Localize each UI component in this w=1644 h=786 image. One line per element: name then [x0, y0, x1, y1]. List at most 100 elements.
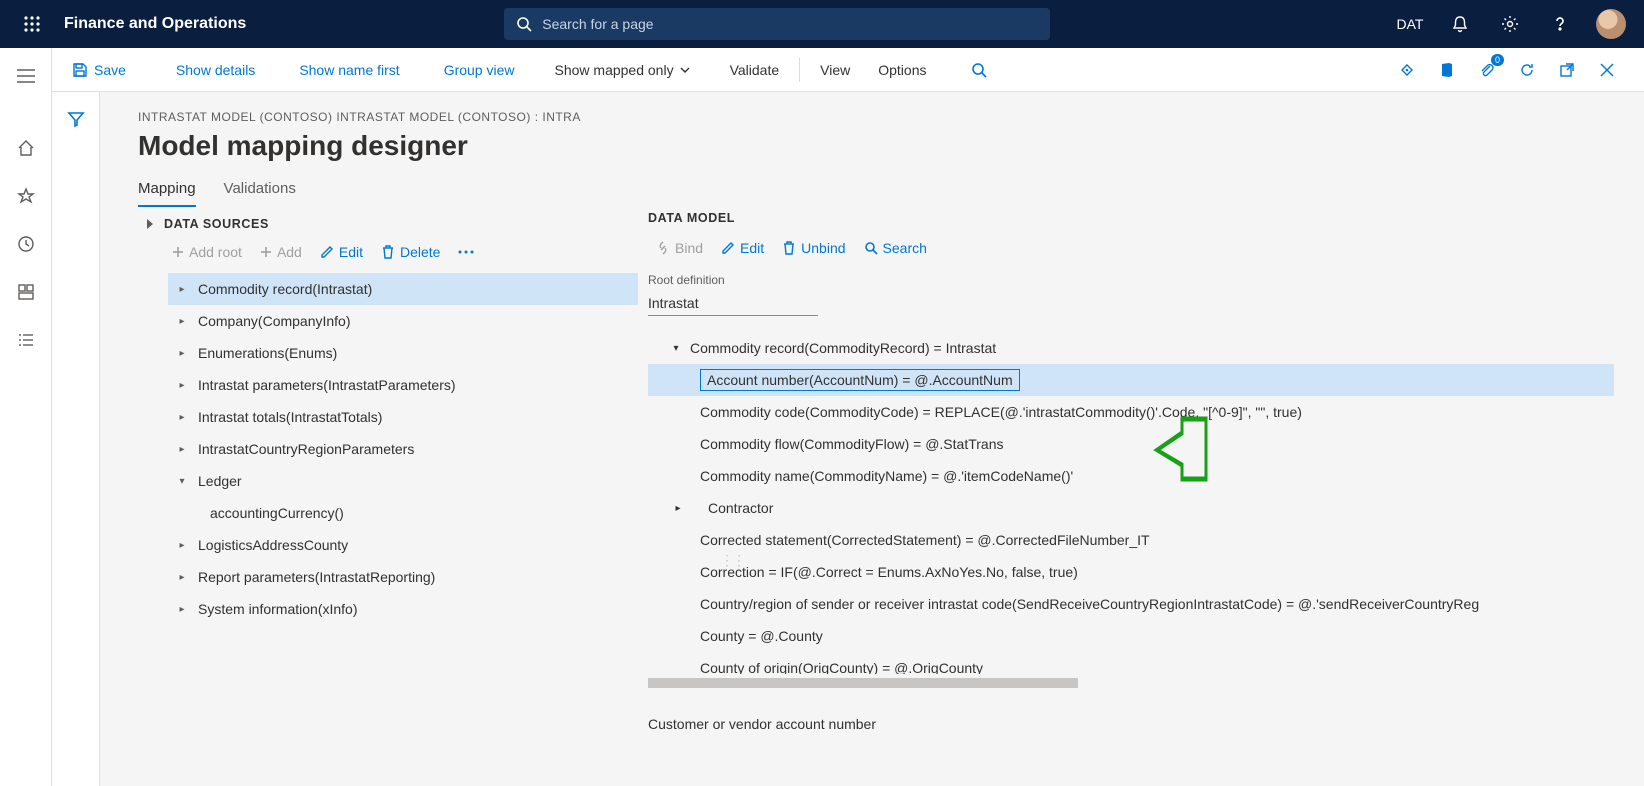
dm-edit-button[interactable]: Edit: [713, 237, 772, 259]
attachments-icon[interactable]: 0: [1468, 48, 1506, 92]
tree-label: System information(xInfo): [198, 601, 358, 617]
recent-icon[interactable]: [0, 224, 52, 264]
caret-down-icon[interactable]: ▾: [670, 343, 682, 354]
app-launcher-icon[interactable]: [8, 0, 56, 48]
show-name-first-button[interactable]: Show name first: [287, 48, 411, 92]
tree-label: Ledger: [198, 473, 242, 489]
dm-item[interactable]: Country/region of sender or receiver int…: [648, 588, 1614, 620]
company-picker[interactable]: DAT: [1386, 0, 1434, 48]
filter-icon[interactable]: [67, 110, 85, 786]
top-nav: Finance and Operations DAT: [0, 0, 1644, 48]
edit-button[interactable]: Edit: [312, 241, 371, 263]
group-view-button[interactable]: Group view: [432, 48, 527, 92]
dm-item-label: Commodity code(CommodityCode) = REPLACE(…: [700, 404, 1302, 420]
search-input[interactable]: [542, 16, 1038, 32]
tabs: Mapping Validations: [138, 180, 1614, 207]
view-menu[interactable]: View: [808, 48, 862, 92]
delete-button[interactable]: Delete: [373, 241, 448, 263]
caret-right-icon[interactable]: ▸: [176, 572, 188, 583]
show-details-button[interactable]: Show details: [164, 48, 267, 92]
caret-right-icon[interactable]: ▸: [176, 348, 188, 359]
root-definition-label: Root definition: [648, 273, 1614, 287]
dm-item[interactable]: Account number(AccountNum) = @.AccountNu…: [648, 364, 1614, 396]
dm-item[interactable]: ▸ Contractor: [648, 492, 1614, 524]
footer-description: Customer or vendor account number: [648, 716, 1614, 732]
popout-icon[interactable]: [1548, 48, 1586, 92]
caret-right-icon[interactable]: ▸: [176, 316, 188, 327]
data-model-tree: ▾ Commodity record(CommodityRecord) = In…: [648, 332, 1614, 674]
tab-validations[interactable]: Validations: [224, 180, 296, 207]
favorites-icon[interactable]: [0, 176, 52, 216]
dm-item[interactable]: County = @.County: [648, 620, 1614, 652]
workspaces-icon[interactable]: [0, 272, 52, 312]
data-sources-title: DATA SOURCES: [164, 217, 269, 231]
help-icon[interactable]: [1536, 0, 1584, 48]
caret-right-icon[interactable]: ▸: [176, 444, 188, 455]
notifications-icon[interactable]: [1436, 0, 1484, 48]
caret-right-icon[interactable]: ▸: [176, 284, 188, 295]
options-menu[interactable]: Options: [866, 48, 938, 92]
refresh-icon[interactable]: [1508, 48, 1546, 92]
tree-row[interactable]: ▾ Ledger: [168, 465, 638, 497]
horizontal-scrollbar[interactable]: [648, 678, 1078, 688]
tree-row[interactable]: ▸ Company(CompanyInfo): [168, 305, 638, 337]
more-icon[interactable]: [450, 247, 482, 257]
tree-label: LogisticsAddressCounty: [198, 537, 348, 553]
avatar[interactable]: [1596, 9, 1626, 39]
show-mapped-only-dropdown[interactable]: Show mapped only: [543, 48, 702, 92]
dm-item-label: Contractor: [708, 500, 773, 516]
tree-label: Enumerations(Enums): [198, 345, 337, 361]
data-sources-tree: ▸ Commodity record(Intrastat) ▸ Company(Com…: [138, 273, 638, 625]
data-model-panel: DATA MODEL Bind Edit Unbind Search: [644, 207, 1614, 767]
home-icon[interactable]: [0, 128, 52, 168]
save-button[interactable]: Save: [60, 48, 138, 92]
tree-row[interactable]: accountingCurrency(): [168, 497, 638, 529]
tree-row[interactable]: ▸Intrastat parameters(IntrastatParameter…: [168, 369, 638, 401]
validate-button[interactable]: Validate: [718, 48, 792, 92]
tree-label: Commodity record(Intrastat): [198, 281, 372, 297]
caret-right-icon[interactable]: ▸: [176, 412, 188, 423]
drag-handle-icon[interactable]: ⋮⋮: [720, 552, 744, 569]
tree-row[interactable]: ▸Report parameters(IntrastatReporting): [168, 561, 638, 593]
dm-search-button[interactable]: Search: [856, 237, 935, 259]
data-sources-toolbar: Add root Add Edit Delete: [138, 235, 638, 273]
dm-item[interactable]: Commodity code(CommodityCode) = REPLACE(…: [648, 396, 1614, 428]
unbind-button[interactable]: Unbind: [774, 237, 853, 259]
root-definition-value[interactable]: Intrastat: [648, 291, 818, 316]
tree-row[interactable]: ▸ IntrastatCountryRegionParameters: [168, 433, 638, 465]
hamburger-icon[interactable]: [0, 56, 52, 96]
tab-mapping[interactable]: Mapping: [138, 180, 196, 207]
tree-row[interactable]: ▸ Commodity record(Intrastat): [168, 273, 638, 305]
page-title: Model mapping designer: [138, 130, 1614, 162]
modules-icon[interactable]: [0, 320, 52, 360]
search-box[interactable]: [504, 8, 1050, 40]
tree-row[interactable]: ▸ Enumerations(Enums): [168, 337, 638, 369]
caret-right-icon[interactable]: ▸: [176, 380, 188, 391]
dm-item[interactable]: Corrected statement(CorrectedStatement) …: [648, 524, 1614, 556]
data-model-toolbar: Bind Edit Unbind Search: [648, 237, 1614, 259]
find-icon[interactable]: [960, 48, 998, 92]
dm-root-item[interactable]: ▾ Commodity record(CommodityRecord) = In…: [648, 332, 1614, 364]
dm-item[interactable]: Commodity flow(CommodityFlow) = @.StatTr…: [648, 428, 1614, 460]
close-icon[interactable]: [1588, 48, 1626, 92]
tree-row[interactable]: ▸ LogisticsAddressCounty: [168, 529, 638, 561]
dm-item[interactable]: County of origin(OrigCounty) = @.OrigCou…: [648, 652, 1614, 674]
personalize-icon[interactable]: [1388, 48, 1426, 92]
office-icon[interactable]: [1428, 48, 1466, 92]
caret-right-icon[interactable]: ▸: [176, 604, 188, 615]
tree-label: IntrastatCountryRegionParameters: [198, 441, 414, 457]
dm-item[interactable]: Commodity name(CommodityName) = @.'itemC…: [648, 460, 1614, 492]
dm-item-label: Account number(AccountNum) = @.AccountNu…: [700, 369, 1020, 391]
dm-item-label: Corrected statement(CorrectedStatement) …: [700, 532, 1150, 548]
tree-row[interactable]: ▸Intrastat totals(IntrastatTotals): [168, 401, 638, 433]
caret-right-icon[interactable]: ▸: [672, 503, 684, 514]
badge: 0: [1491, 54, 1504, 66]
tree-row[interactable]: ▸ System information(xInfo): [168, 593, 638, 625]
collapse-icon[interactable]: [138, 219, 164, 229]
caret-down-icon[interactable]: ▾: [176, 476, 188, 487]
dm-item[interactable]: Correction = IF(@.Correct = Enums.AxNoYe…: [648, 556, 1614, 588]
dm-item-label: Correction = IF(@.Correct = Enums.AxNoYe…: [700, 564, 1078, 580]
caret-right-icon[interactable]: ▸: [176, 540, 188, 551]
settings-icon[interactable]: [1486, 0, 1534, 48]
tree-label: Company(CompanyInfo): [198, 313, 351, 329]
